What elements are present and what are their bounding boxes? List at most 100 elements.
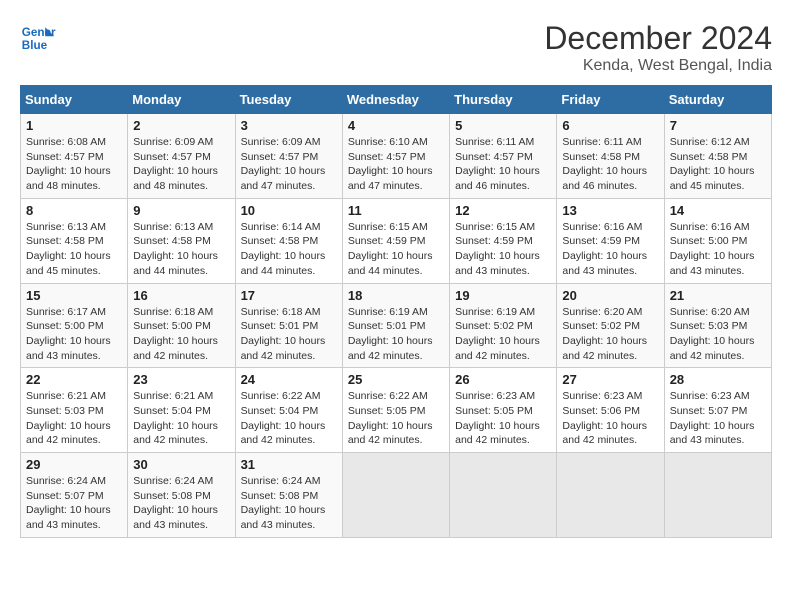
day-detail-12: Sunrise: 6:15 AMSunset: 4:59 PMDaylight:… <box>455 220 551 279</box>
day-cell-13: 13Sunrise: 6:16 AMSunset: 4:59 PMDayligh… <box>557 198 664 283</box>
calendar-table: SundayMondayTuesdayWednesdayThursdayFrid… <box>20 85 772 538</box>
day-number-14: 14 <box>670 203 766 218</box>
day-detail-18: Sunrise: 6:19 AMSunset: 5:01 PMDaylight:… <box>348 305 444 364</box>
day-detail-4: Sunrise: 6:10 AMSunset: 4:57 PMDaylight:… <box>348 135 444 194</box>
day-detail-1: Sunrise: 6:08 AMSunset: 4:57 PMDaylight:… <box>26 135 122 194</box>
title-area: December 2024 Kenda, West Bengal, India <box>544 20 772 75</box>
svg-text:General: General <box>22 26 56 39</box>
day-detail-22: Sunrise: 6:21 AMSunset: 5:03 PMDaylight:… <box>26 389 122 448</box>
weekday-header-friday: Friday <box>557 86 664 114</box>
day-number-7: 7 <box>670 118 766 133</box>
day-detail-24: Sunrise: 6:22 AMSunset: 5:04 PMDaylight:… <box>241 389 337 448</box>
day-detail-6: Sunrise: 6:11 AMSunset: 4:58 PMDaylight:… <box>562 135 658 194</box>
day-number-1: 1 <box>26 118 122 133</box>
day-number-31: 31 <box>241 457 337 472</box>
day-detail-31: Sunrise: 6:24 AMSunset: 5:08 PMDaylight:… <box>241 474 337 533</box>
day-cell-27: 27Sunrise: 6:23 AMSunset: 5:06 PMDayligh… <box>557 368 664 453</box>
day-cell-6: 6 Sunrise: 6:11 AMSunset: 4:58 PMDaylight… <box>557 114 664 199</box>
day-number-13: 13 <box>562 203 658 218</box>
day-cell-28: 28 Sunrise: 6:23 AMSunset: 5:07 PMDayligh… <box>664 368 771 453</box>
subtitle: Kenda, West Bengal, India <box>544 57 772 75</box>
weekday-header-monday: Monday <box>128 86 235 114</box>
empty-cell <box>557 453 664 538</box>
day-detail-23: Sunrise: 6:21 AMSunset: 5:04 PMDaylight:… <box>133 389 229 448</box>
day-cell-7: 7Sunrise: 6:12 AMSunset: 4:58 PMDaylight… <box>664 114 771 199</box>
day-cell-14: 14 Sunrise: 6:16 AMSunset: 5:00 PMDayligh… <box>664 198 771 283</box>
day-cell-1: 1 Sunrise: 6:08 AMSunset: 4:57 PMDaylight… <box>21 114 128 199</box>
weekday-header-saturday: Saturday <box>664 86 771 114</box>
weekday-header-sunday: Sunday <box>21 86 128 114</box>
day-number-18: 18 <box>348 288 444 303</box>
day-number-25: 25 <box>348 372 444 387</box>
day-cell-5: 5 Sunrise: 6:11 AMSunset: 4:57 PMDaylight… <box>450 114 557 199</box>
day-cell-12: 12 Sunrise: 6:15 AMSunset: 4:59 PMDayligh… <box>450 198 557 283</box>
week-row-1: 1 Sunrise: 6:08 AMSunset: 4:57 PMDaylight… <box>21 114 772 199</box>
day-cell-26: 26 Sunrise: 6:23 AMSunset: 5:05 PMDayligh… <box>450 368 557 453</box>
day-cell-18: 18 Sunrise: 6:19 AMSunset: 5:01 PMDayligh… <box>342 283 449 368</box>
header: General Blue December 2024 Kenda, West B… <box>20 20 772 75</box>
day-number-28: 28 <box>670 372 766 387</box>
day-number-8: 8 <box>26 203 122 218</box>
day-cell-17: 17Sunrise: 6:18 AMSunset: 5:01 PMDayligh… <box>235 283 342 368</box>
logo-icon: General Blue <box>20 20 56 56</box>
week-row-2: 8 Sunrise: 6:13 AMSunset: 4:58 PMDaylight… <box>21 198 772 283</box>
day-number-26: 26 <box>455 372 551 387</box>
day-cell-29: 29Sunrise: 6:24 AMSunset: 5:07 PMDayligh… <box>21 453 128 538</box>
day-detail-19: Sunrise: 6:19 AMSunset: 5:02 PMDaylight:… <box>455 305 551 364</box>
day-cell-10: 10Sunrise: 6:14 AMSunset: 4:58 PMDayligh… <box>235 198 342 283</box>
day-number-2: 2 <box>133 118 229 133</box>
day-cell-23: 23 Sunrise: 6:21 AMSunset: 5:04 PMDayligh… <box>128 368 235 453</box>
day-cell-3: 3 Sunrise: 6:09 AMSunset: 4:57 PMDaylight… <box>235 114 342 199</box>
day-number-4: 4 <box>348 118 444 133</box>
day-detail-20: Sunrise: 6:20 AMSunset: 5:02 PMDaylight:… <box>562 305 658 364</box>
day-number-5: 5 <box>455 118 551 133</box>
day-cell-24: 24 Sunrise: 6:22 AMSunset: 5:04 PMDayligh… <box>235 368 342 453</box>
svg-text:Blue: Blue <box>22 39 48 52</box>
day-number-15: 15 <box>26 288 122 303</box>
day-cell-11: 11 Sunrise: 6:15 AMSunset: 4:59 PMDayligh… <box>342 198 449 283</box>
day-number-12: 12 <box>455 203 551 218</box>
empty-cell <box>450 453 557 538</box>
day-detail-28: Sunrise: 6:23 AMSunset: 5:07 PMDaylight:… <box>670 389 766 448</box>
week-row-3: 15Sunrise: 6:17 AMSunset: 5:00 PMDayligh… <box>21 283 772 368</box>
day-cell-25: 25Sunrise: 6:22 AMSunset: 5:05 PMDayligh… <box>342 368 449 453</box>
day-detail-3: Sunrise: 6:09 AMSunset: 4:57 PMDaylight:… <box>241 135 337 194</box>
day-cell-30: 30 Sunrise: 6:24 AMSunset: 5:08 PMDayligh… <box>128 453 235 538</box>
day-detail-14: Sunrise: 6:16 AMSunset: 5:00 PMDaylight:… <box>670 220 766 279</box>
weekday-header-tuesday: Tuesday <box>235 86 342 114</box>
empty-cell <box>342 453 449 538</box>
day-detail-5: Sunrise: 6:11 AMSunset: 4:57 PMDaylight:… <box>455 135 551 194</box>
day-cell-2: 2Sunrise: 6:09 AMSunset: 4:57 PMDaylight… <box>128 114 235 199</box>
day-detail-16: Sunrise: 6:18 AMSunset: 5:00 PMDaylight:… <box>133 305 229 364</box>
weekday-header-thursday: Thursday <box>450 86 557 114</box>
day-number-19: 19 <box>455 288 551 303</box>
day-number-27: 27 <box>562 372 658 387</box>
day-detail-8: Sunrise: 6:13 AMSunset: 4:58 PMDaylight:… <box>26 220 122 279</box>
calendar-body: 1 Sunrise: 6:08 AMSunset: 4:57 PMDaylight… <box>21 114 772 538</box>
day-detail-11: Sunrise: 6:15 AMSunset: 4:59 PMDaylight:… <box>348 220 444 279</box>
day-number-24: 24 <box>241 372 337 387</box>
day-cell-16: 16 Sunrise: 6:18 AMSunset: 5:00 PMDayligh… <box>128 283 235 368</box>
day-number-30: 30 <box>133 457 229 472</box>
empty-cell <box>664 453 771 538</box>
logo: General Blue <box>20 20 56 56</box>
day-cell-19: 19 Sunrise: 6:19 AMSunset: 5:02 PMDayligh… <box>450 283 557 368</box>
day-cell-21: 21Sunrise: 6:20 AMSunset: 5:03 PMDayligh… <box>664 283 771 368</box>
day-number-11: 11 <box>348 203 444 218</box>
day-number-9: 9 <box>133 203 229 218</box>
day-detail-26: Sunrise: 6:23 AMSunset: 5:05 PMDaylight:… <box>455 389 551 448</box>
day-cell-31: 31 Sunrise: 6:24 AMSunset: 5:08 PMDayligh… <box>235 453 342 538</box>
day-detail-30: Sunrise: 6:24 AMSunset: 5:08 PMDaylight:… <box>133 474 229 533</box>
day-cell-22: 22Sunrise: 6:21 AMSunset: 5:03 PMDayligh… <box>21 368 128 453</box>
week-row-4: 22Sunrise: 6:21 AMSunset: 5:03 PMDayligh… <box>21 368 772 453</box>
weekday-header-row: SundayMondayTuesdayWednesdayThursdayFrid… <box>21 86 772 114</box>
day-number-23: 23 <box>133 372 229 387</box>
day-number-3: 3 <box>241 118 337 133</box>
day-cell-4: 4 Sunrise: 6:10 AMSunset: 4:57 PMDaylight… <box>342 114 449 199</box>
day-number-17: 17 <box>241 288 337 303</box>
day-number-6: 6 <box>562 118 658 133</box>
day-number-16: 16 <box>133 288 229 303</box>
calendar-header: SundayMondayTuesdayWednesdayThursdayFrid… <box>21 86 772 114</box>
day-number-10: 10 <box>241 203 337 218</box>
day-detail-29: Sunrise: 6:24 AMSunset: 5:07 PMDaylight:… <box>26 474 122 533</box>
